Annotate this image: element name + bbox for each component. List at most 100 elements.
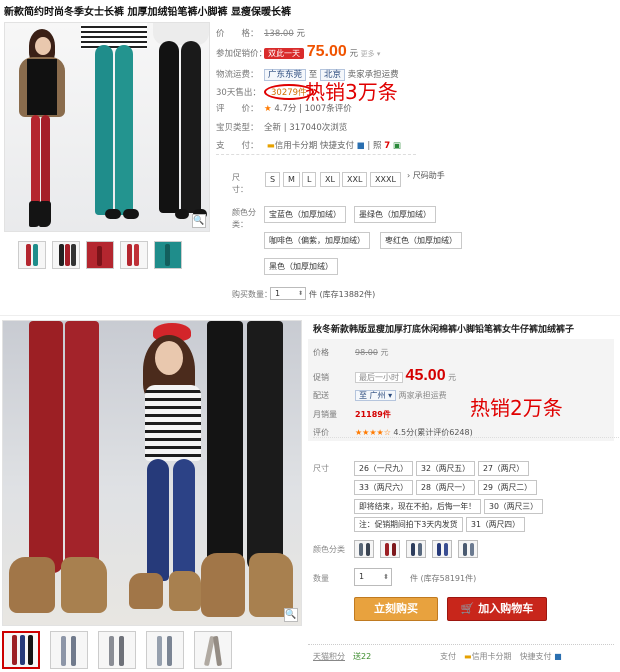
quick-pay-icon: ■ [356,141,365,151]
footer-points: 天猫积分 送22 [313,651,371,662]
size-option[interactable]: 29（两尺二） [478,480,537,495]
size-option[interactable]: 26（一尺九） [354,461,413,476]
ship-label: 配送 [313,391,329,400]
ship-destination-select[interactable]: 至 广州 ▾ [355,390,397,401]
divider [308,644,614,645]
size-chart-label: 尺码助手 [412,171,445,180]
more-promos-link[interactable]: 更多 ▾ [361,50,381,58]
promo-tag: 最后一小时 [355,372,403,383]
color-swatch[interactable] [354,540,374,558]
thumbnail[interactable] [154,241,182,269]
size-option[interactable]: 30（两尺三） [484,499,543,514]
color-option-royal-blue[interactable]: 宝蓝色（加厚加绒） [264,206,346,223]
qty-stock: 件 (库存58191件) [410,573,476,584]
qty-input[interactable]: 1 ⬍ [354,568,392,586]
top-thumbnail-strip [18,241,182,269]
rating-text[interactable]: 4.5分(累计评价6248) [393,428,472,437]
top-price-row: 价 格： 138.00 元 [216,27,305,39]
qty-stock: 件 (库存13882件) [309,289,375,300]
divider [216,154,416,155]
monthly-sales: 21189件 [355,410,391,419]
zoom-icon[interactable]: 🔍 [284,608,298,622]
color-swatch[interactable] [406,540,426,558]
views-count: 317040次浏览 [289,123,348,133]
size-option-xxl[interactable]: XXL [342,172,368,187]
rating-score: 4.7分 [274,104,297,114]
promo-tag: 双此一天 [264,48,304,59]
ship-note: 两家承担运费 [398,391,447,400]
type-label: 宝贝类型： [216,123,259,133]
qty-stepper-icon[interactable]: ⬍ [298,288,303,299]
size-option-notice[interactable]: 即将结束，现在不拍，后悔一年！ [354,499,481,514]
star-icon: ★ [264,104,272,114]
star-rating-icon: ★★★★☆ [355,428,391,437]
thumbnail[interactable] [120,241,148,269]
price-label: 价 格： [216,29,259,39]
color-option-black[interactable]: 黑色（加厚加绒） [264,258,338,275]
bottom-product-title: 秋冬新款韩版显瘦加厚打底休闲棉裤小脚铅笔裤女牛仔裤加绒裤子 [313,325,575,335]
qty-stepper-icon[interactable]: ⬍ [383,569,389,585]
color-swatch[interactable] [432,540,452,558]
qty-unit: 件 [309,290,317,299]
footer-pay: 支付 ▬信用卡分期 快捷支付 ■ [440,651,562,662]
stock-count: (库存13882件) [319,290,376,299]
size-option-l[interactable]: L [302,172,317,187]
pay-installment[interactable]: 信用卡分期 [472,652,512,661]
thumbnail[interactable] [2,631,40,669]
points-link[interactable]: 天猫积分 [313,652,345,661]
pay-label: 支 付： [216,141,259,151]
buy-now-button[interactable]: 立刻购买 [354,597,438,621]
qty-input[interactable]: 1 ⬍ [270,287,306,300]
thumbnail[interactable] [86,241,114,269]
top-rating-row: 评 价： ★ 4.7分 | 1007条评价 [216,104,352,114]
seven-day-return-icon: 7 [384,141,391,151]
size-label: 尺 寸： [232,173,256,194]
color-option-coffee[interactable]: 咖啡色（偏紫，加厚加绒） [264,232,370,249]
add-to-cart-button[interactable]: 🛒 加入购物车 [447,597,547,621]
quick-pay-icon: ■ [554,652,562,661]
bottom-price-row: 价格 98.00 元 [313,347,388,358]
pay-quick[interactable]: 快捷支付 [320,141,354,151]
thumbnail[interactable] [18,241,46,269]
size-option-xl[interactable]: XL [320,172,340,187]
color-option-wine-red[interactable]: 枣红色（加厚加绒） [380,232,462,249]
divider [313,437,619,438]
color-swatch[interactable] [458,540,478,558]
size-option[interactable]: 33（两尺六） [354,480,413,495]
shipping-label: 物流运费： [216,70,259,80]
cart-icon: 🛒 [460,602,475,615]
promo-unit: 元 [448,373,457,382]
size-option-m[interactable]: M [283,172,300,187]
thumbnail[interactable] [52,241,80,269]
thumbnail[interactable] [50,631,88,669]
zoom-icon[interactable]: 🔍 [192,214,206,228]
size-option[interactable]: 31（两尺四） [466,517,525,532]
pay-installment[interactable]: 信用卡分期 [275,141,318,151]
hot-sales-annotation: 热销3万条 [305,80,398,104]
shipping-from[interactable]: 广东东莞 [264,69,307,81]
top-main-photo[interactable]: 🔍 [4,22,210,232]
section-separator [0,315,620,316]
size-chart-link[interactable]: › 尺码助手 [407,170,451,181]
thumbnail[interactable] [98,631,136,669]
size-option[interactable]: 28（两尺一） [416,480,475,495]
size-option[interactable]: 32（两尺五） [416,461,475,476]
thumbnail[interactable] [194,631,232,669]
reviews-link[interactable]: 1007条评价 [305,104,352,114]
thumbnail[interactable] [146,631,184,669]
size-option-xxxl[interactable]: XXXL [370,172,401,187]
bottom-main-photo[interactable]: 🔍 [2,320,302,626]
pay-quick[interactable]: 快捷支付 [520,652,552,661]
bottom-monthly-row: 月销量 21189件 [313,409,391,420]
size-option-s[interactable]: S [265,172,281,187]
pay-label: 支付 [440,652,456,661]
promo-price: 75.00 [306,43,347,60]
size-option-notice[interactable]: 注：促销期间拍下3天内发货 [354,517,463,532]
color-option-dark-green[interactable]: 墨绿色（加厚加绒） [354,206,436,223]
credit-card-icon: ▬ [464,652,472,661]
price-unit: 元 [380,348,389,357]
size-option[interactable]: 27（两尺） [478,461,530,476]
stock-count: (库存58191件) [420,574,477,583]
color-swatch[interactable] [380,540,400,558]
bottom-ship-row: 配送 至 广州 ▾ 两家承担运费 [313,390,447,401]
